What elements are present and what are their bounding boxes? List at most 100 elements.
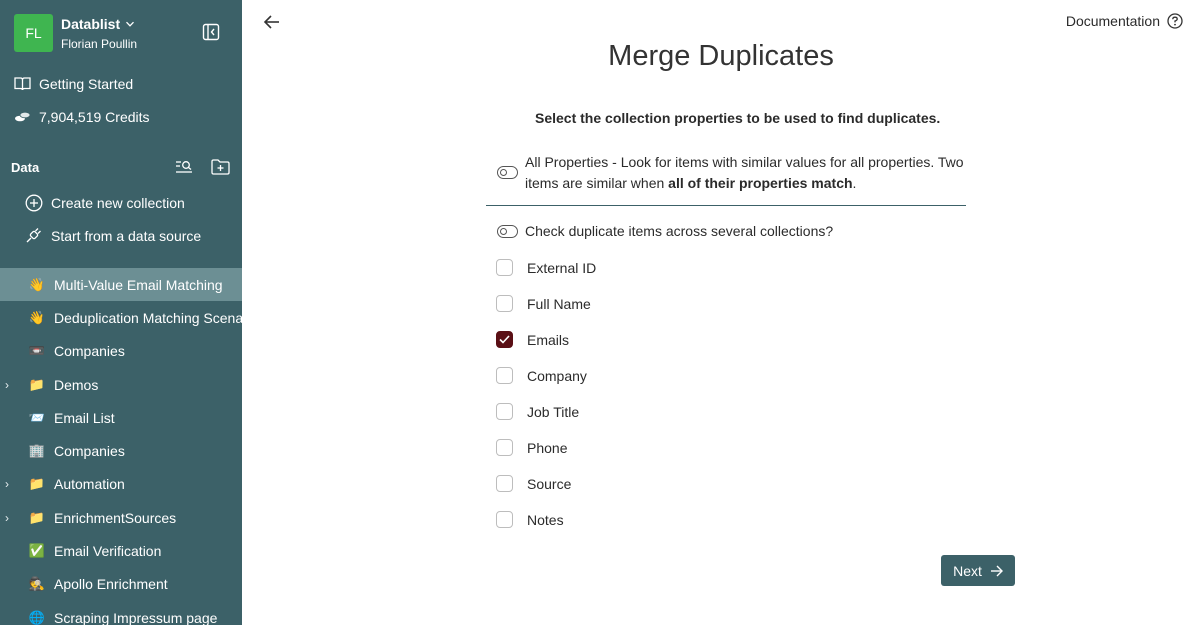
property-source[interactable]: Source: [496, 475, 571, 492]
arrow-right-icon: [990, 565, 1003, 576]
list-item-folder[interactable]: › 📁 EnrichmentSources: [0, 501, 242, 534]
all-properties-description: All Properties - Look for items with sim…: [525, 152, 965, 194]
property-job-title[interactable]: Job Title: [496, 403, 579, 420]
list-item[interactable]: 📨 Email List: [0, 401, 242, 434]
detective-icon: 🕵: [28, 576, 46, 592]
next-label: Next: [953, 562, 982, 579]
list-item-folder[interactable]: › 📁 Automation: [0, 468, 242, 501]
credits-label: 7,904,519 Credits: [39, 108, 150, 125]
check-mark-icon: ✅: [28, 543, 46, 559]
property-label: Notes: [527, 511, 564, 528]
property-phone[interactable]: Phone: [496, 439, 567, 456]
getting-started-label: Getting Started: [39, 75, 134, 92]
data-tools: [174, 157, 230, 177]
documentation-link[interactable]: Documentation: [1066, 13, 1183, 29]
list-item-label: Demos: [54, 376, 99, 393]
checkbox[interactable]: [496, 511, 513, 528]
list-item[interactable]: 🕵 Apollo Enrichment: [0, 568, 242, 601]
list-item-label: Multi-Value Email Matching: [54, 276, 223, 293]
property-label: Full Name: [527, 295, 591, 312]
book-icon: [14, 75, 31, 92]
property-full-name[interactable]: Full Name: [496, 295, 591, 312]
folder-icon: 📁: [28, 476, 46, 492]
all-properties-bold: all of their properties match: [668, 175, 853, 191]
list-item-label: Apollo Enrichment: [54, 576, 168, 593]
inbox-tray-icon: 📨: [28, 409, 46, 425]
checkbox[interactable]: [496, 367, 513, 384]
all-properties-toggle[interactable]: [497, 166, 518, 179]
chevron-right-icon[interactable]: ›: [5, 477, 15, 491]
property-label: External ID: [527, 259, 597, 276]
create-collection-label: Create new collection: [51, 194, 185, 211]
all-properties-end: .: [852, 175, 857, 191]
page-title: Merge Duplicates: [608, 40, 834, 72]
checkbox[interactable]: [496, 403, 513, 420]
collapse-sidebar-icon[interactable]: [202, 23, 220, 41]
workspace-name: Datablist: [61, 16, 121, 32]
property-company[interactable]: Company: [496, 367, 587, 384]
plug-icon: [24, 226, 43, 245]
checkbox-checked[interactable]: [496, 331, 513, 348]
new-folder-icon[interactable]: [210, 157, 230, 177]
sidebar: FL Datablist Florian Poullin Getting Sta…: [0, 0, 242, 625]
cross-collections-label: Check duplicate items across several col…: [525, 223, 834, 239]
list-item-label: Email List: [54, 409, 115, 426]
start-data-source-button[interactable]: Start from a data source: [24, 226, 201, 245]
property-label: Emails: [527, 331, 570, 348]
property-label: Source: [527, 475, 572, 492]
start-data-source-label: Start from a data source: [51, 227, 202, 244]
list-item-label: Deduplication Matching Scenarios: [54, 309, 242, 326]
office-building-icon: 🏢: [28, 443, 46, 459]
list-item-label: Companies: [54, 343, 125, 360]
chevron-right-icon[interactable]: ›: [5, 378, 15, 392]
property-notes[interactable]: Notes: [496, 511, 564, 528]
list-item[interactable]: 🏢 Companies: [0, 434, 242, 467]
checkbox[interactable]: [496, 475, 513, 492]
list-item[interactable]: 👋 Multi-Value Email Matching: [0, 268, 242, 302]
property-label: Phone: [527, 439, 568, 456]
back-arrow-icon[interactable]: [262, 12, 282, 32]
waving-hand-icon: 👋: [28, 309, 46, 325]
property-label: Job Title: [527, 403, 580, 420]
documentation-label: Documentation: [1065, 13, 1160, 29]
data-section-heading: Data: [11, 160, 40, 175]
chevron-down-icon: [126, 21, 135, 27]
credits-link[interactable]: 7,904,519 Credits: [14, 108, 150, 125]
toggle-knob: [500, 168, 507, 176]
folder-icon: 📁: [28, 509, 46, 525]
getting-started-link[interactable]: Getting Started: [14, 75, 133, 92]
list-item-label: Scraping Impressum page: [54, 609, 218, 625]
check-icon: [499, 335, 510, 344]
list-item-label: EnrichmentSources: [54, 509, 177, 526]
list-item-folder[interactable]: › 📁 Demos: [0, 368, 242, 401]
list-item[interactable]: 📼 Companies: [0, 335, 242, 368]
workspace-switcher[interactable]: Datablist: [61, 16, 135, 32]
list-item[interactable]: 👋 Deduplication Matching Scenarios: [0, 301, 242, 334]
waving-hand-icon: 👋: [28, 276, 46, 292]
property-label: Company: [527, 367, 587, 384]
user-name: Florian Poullin: [61, 37, 138, 51]
globe-icon: 🌐: [28, 609, 46, 625]
chevron-right-icon[interactable]: ›: [5, 511, 15, 525]
toggle-knob: [500, 227, 507, 235]
help-circle-icon: [1167, 13, 1183, 29]
checkbox[interactable]: [496, 295, 513, 312]
next-button[interactable]: Next: [941, 555, 1015, 586]
list-item[interactable]: ✅ Email Verification: [0, 534, 242, 567]
folder-icon: 📁: [28, 376, 46, 392]
cross-collections-toggle[interactable]: [497, 225, 518, 238]
divider: [486, 205, 966, 206]
checkbox[interactable]: [496, 259, 513, 276]
videocassette-icon: 📼: [28, 343, 46, 359]
instructions-text: Select the collection properties to be u…: [535, 110, 941, 126]
collection-list: 👋 Multi-Value Email Matching 👋 Deduplica…: [0, 268, 242, 625]
property-external-id[interactable]: External ID: [496, 259, 596, 276]
list-item[interactable]: 🌐 Scraping Impressum page: [0, 601, 242, 625]
list-item-label: Automation: [54, 476, 125, 493]
checkbox[interactable]: [496, 439, 513, 456]
search-collections-icon[interactable]: [174, 157, 194, 177]
property-emails[interactable]: Emails: [496, 331, 569, 348]
avatar[interactable]: FL: [14, 14, 53, 52]
create-collection-button[interactable]: Create new collection: [24, 193, 185, 212]
list-item-label: Companies: [54, 443, 125, 460]
